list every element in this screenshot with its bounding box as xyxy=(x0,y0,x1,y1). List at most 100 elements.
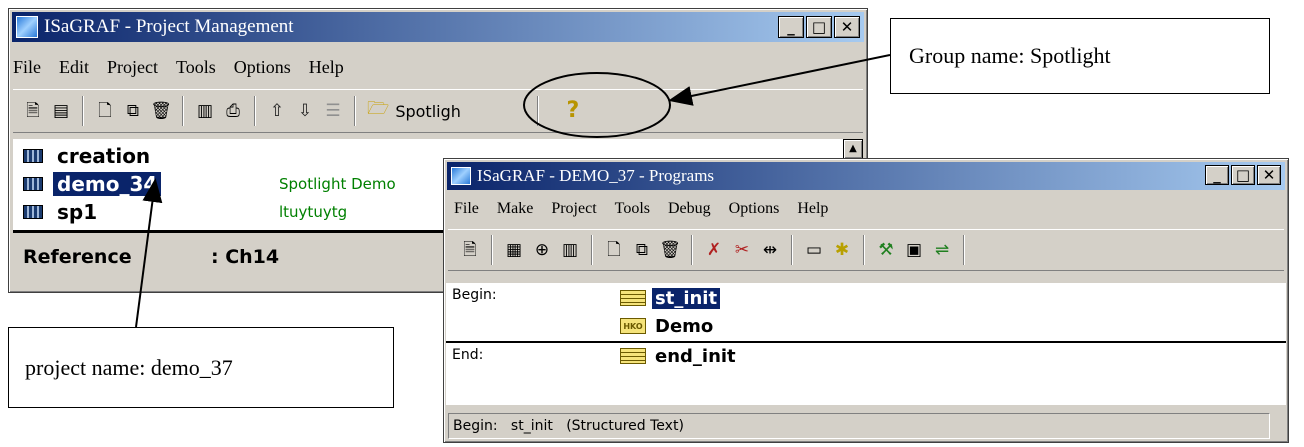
section-divider xyxy=(446,341,1286,343)
menu-project[interactable]: Project xyxy=(107,57,158,78)
minimize-button[interactable]: _ xyxy=(778,16,804,38)
program-name: end_init xyxy=(655,345,736,367)
verify-icon[interactable]: ✗ xyxy=(703,239,725,261)
title-bar[interactable]: ISaGRAF - Project Management _ □ ✕ xyxy=(12,12,864,42)
menu-tools[interactable]: Tools xyxy=(615,200,650,218)
project-icon xyxy=(23,205,43,219)
maximize-button[interactable]: □ xyxy=(806,16,832,38)
list-item[interactable]: end_init xyxy=(620,343,739,369)
blank-page-icon[interactable]: 🗋 xyxy=(94,100,116,122)
maximize-button[interactable]: □ xyxy=(1231,165,1255,185)
menu-bar: File Make Project Tools Debug Options He… xyxy=(454,195,1284,223)
window-title: ISaGRAF - Project Management xyxy=(44,16,294,37)
project-icon xyxy=(23,177,43,191)
project-name: demo_34 xyxy=(53,172,162,196)
menu-file[interactable]: File xyxy=(454,200,479,218)
project-name: creation xyxy=(57,144,151,168)
card-icon[interactable]: ▤ xyxy=(50,100,72,122)
program-name: Demo xyxy=(655,315,714,337)
make-icon[interactable]: ▦ xyxy=(503,239,525,261)
minimize-button[interactable]: _ xyxy=(1205,165,1229,185)
monitor-icon[interactable]: ▣ xyxy=(903,239,925,261)
list-icon[interactable]: ☰ xyxy=(322,100,344,122)
structured-text-icon xyxy=(620,348,646,364)
menu-file[interactable]: File xyxy=(13,57,41,78)
program-name: st_init xyxy=(652,287,721,309)
close-button[interactable]: ✕ xyxy=(834,16,860,38)
menu-help[interactable]: Help xyxy=(309,57,344,78)
project-description: ltuytuytg xyxy=(279,203,348,221)
menu-bar: File Edit Project Tools Options Help xyxy=(13,53,863,81)
variables-icon[interactable]: ⊕ xyxy=(531,239,553,261)
project-callout-text: project name: demo_37 xyxy=(25,354,233,380)
toolbar-separator xyxy=(591,235,593,265)
copy-icon[interactable]: ⧉ xyxy=(631,239,653,261)
new-doc-icon[interactable]: 🗎 xyxy=(459,239,481,261)
list-item[interactable]: creation xyxy=(23,143,154,169)
project-name: sp1 xyxy=(57,200,98,224)
project-icon xyxy=(23,149,43,163)
toolbar-separator xyxy=(182,96,184,126)
delete-icon[interactable]: 🗑 xyxy=(150,100,172,122)
toolbar: 🗎 ▦ ⊕ ▥ 🗋 ⧉ 🗑 ✗ ✂ ⇹ ▭ ✱ ⚒ ▣ ⇌ xyxy=(448,229,1284,271)
program-list: Begin: st_init HKO Demo End: end_init xyxy=(446,283,1286,405)
status-bar: Begin: st_init (Structured Text) xyxy=(448,413,1270,439)
project-description: Spotlight Demo xyxy=(279,175,396,193)
group-button-label: Spotligh xyxy=(395,101,461,121)
menu-project[interactable]: Project xyxy=(551,200,596,218)
menu-help[interactable]: Help xyxy=(797,200,828,218)
menu-options[interactable]: Options xyxy=(729,200,780,218)
io-icon[interactable]: ▥ xyxy=(559,239,581,261)
link-icon[interactable]: ⇹ xyxy=(759,239,781,261)
new-doc-icon[interactable]: 🗎 xyxy=(22,100,44,122)
toolbar-separator xyxy=(82,96,84,126)
close-button[interactable]: ✕ xyxy=(1257,165,1281,185)
toolbar-separator xyxy=(791,235,793,265)
simulate-icon[interactable]: ✱ xyxy=(831,239,853,261)
io-icon[interactable]: ▥ xyxy=(194,100,216,122)
toolbar-separator xyxy=(863,235,865,265)
folder-icon: 🗁 xyxy=(367,98,390,119)
reference-value: : Ch14 xyxy=(211,246,280,268)
menu-tools[interactable]: Tools xyxy=(176,57,216,78)
tools-icon[interactable]: ⚒ xyxy=(875,239,897,261)
end-section-label: End: xyxy=(452,347,484,363)
structured-text-icon xyxy=(620,290,646,306)
list-item[interactable]: HKO Demo xyxy=(620,313,716,339)
blank-page-icon[interactable]: 🗋 xyxy=(603,239,625,261)
menu-options[interactable]: Options xyxy=(234,57,291,78)
toolbar-separator xyxy=(536,96,539,126)
menu-debug[interactable]: Debug xyxy=(668,200,711,218)
print-icon[interactable]: ⎙ xyxy=(222,100,244,122)
menu-edit[interactable]: Edit xyxy=(59,57,89,78)
scroll-up-icon[interactable]: ▲ xyxy=(843,139,863,159)
menu-make[interactable]: Make xyxy=(497,200,533,218)
up-arrow-icon[interactable]: ⇧ xyxy=(266,100,288,122)
isagraf-app-icon xyxy=(16,16,38,38)
reference-label: Reference xyxy=(23,246,132,268)
list-item[interactable]: st_init xyxy=(620,285,721,311)
group-name-callout: Group name: Spotlight xyxy=(890,18,1270,94)
toolbar-separator xyxy=(691,235,693,265)
copy-icon[interactable]: ⧉ xyxy=(122,100,144,122)
status-text: Begin: st_init (Structured Text) xyxy=(453,418,684,434)
toolbar-separator xyxy=(354,96,356,126)
window-title: ISaGRAF - DEMO_37 - Programs xyxy=(477,166,715,185)
toolbar-separator xyxy=(254,96,256,126)
project-name-callout: project name: demo_37 xyxy=(8,327,394,408)
help-icon[interactable]: ? xyxy=(562,100,584,122)
toolbar-separator xyxy=(491,235,493,265)
function-block-icon: HKO xyxy=(620,318,646,334)
title-bar[interactable]: ISaGRAF - DEMO_37 - Programs _ □ ✕ xyxy=(447,162,1285,190)
down-arrow-icon[interactable]: ⇩ xyxy=(294,100,316,122)
group-callout-text: Group name: Spotlight xyxy=(909,43,1111,68)
toolbar: 🗎 ▤ 🗋 ⧉ 🗑 ▥ ⎙ ⇧ ⇩ ☰ 🗁 Spotligh ? xyxy=(13,89,863,133)
group-button[interactable]: 🗁 Spotligh xyxy=(367,96,461,126)
network-icon[interactable]: ⇌ xyxy=(931,239,953,261)
programs-window: ISaGRAF - DEMO_37 - Programs _ □ ✕ File … xyxy=(443,158,1289,443)
cut-icon[interactable]: ✂ xyxy=(731,239,753,261)
controller-icon[interactable]: ▭ xyxy=(803,239,825,261)
delete-icon[interactable]: 🗑 xyxy=(659,239,681,261)
toolbar-separator xyxy=(963,235,965,265)
isagraf-app-icon xyxy=(451,167,471,185)
